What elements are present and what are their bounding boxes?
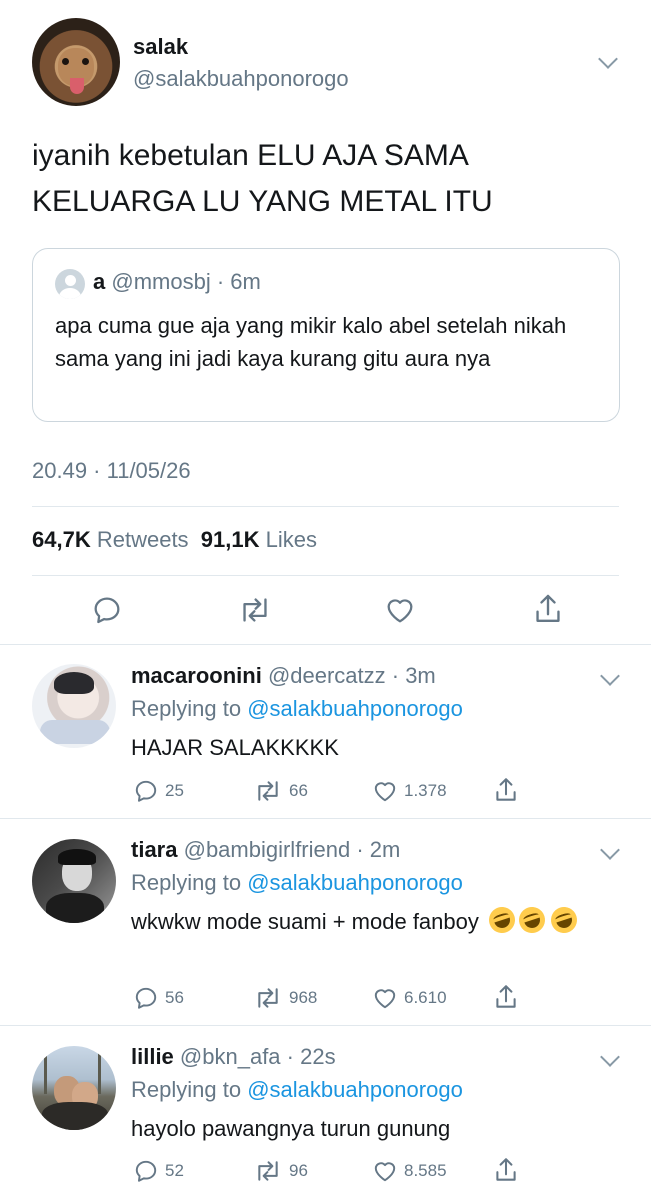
rofl-emoji-icon	[485, 903, 519, 937]
chevron-down-icon[interactable]	[600, 1047, 620, 1067]
quoted-tweet-text: apa cuma gue aja yang mikir kalo abel se…	[55, 313, 567, 371]
tweet-text: iyanih kebetulan ELU AJA SAMA KELUARGA L…	[32, 139, 493, 218]
reply-action[interactable]: 25	[133, 778, 184, 804]
default-avatar-icon	[55, 269, 85, 299]
reply-icon	[135, 780, 157, 802]
likes-count[interactable]: 91,1K	[201, 527, 260, 552]
heart-icon[interactable]	[384, 594, 416, 626]
avatar-eye	[82, 58, 89, 65]
divider	[32, 506, 619, 507]
reply-handle-time[interactable]: @deercatzz · 3m	[268, 663, 436, 688]
retweet-action[interactable]: 96	[253, 1158, 308, 1184]
retweet-icon	[258, 988, 278, 1008]
likes-label[interactable]: Likes	[266, 527, 317, 552]
reply-tweet[interactable]: macaroonini @deercatzz · 3m Replying to …	[0, 645, 651, 817]
reply-text: hayolo pawangnya turun gunung	[131, 1116, 451, 1141]
avatar-tongue	[70, 78, 84, 94]
retweet-count: 968	[289, 988, 318, 1007]
retweet-action[interactable]: 66	[253, 778, 308, 804]
retweets-count[interactable]: 64,7K	[32, 527, 91, 552]
replying-to: Replying to @salakbuahponorogo	[131, 1077, 463, 1103]
rofl-emoji-icon	[547, 903, 581, 937]
share-icon[interactable]	[493, 776, 519, 804]
reply-icon	[135, 987, 157, 1009]
retweet-icon[interactable]	[238, 594, 272, 626]
replying-to-link[interactable]: @salakbuahponorogo	[247, 1077, 463, 1102]
reply-count: 56	[165, 988, 184, 1007]
reply-count: 25	[165, 781, 184, 800]
replying-to-link[interactable]: @salakbuahponorogo	[247, 870, 463, 895]
heart-icon	[374, 1162, 396, 1182]
reply-tweet[interactable]: lillie @bkn_afa · 22s Replying to @salak…	[0, 1026, 651, 1200]
like-action[interactable]: 6.610	[372, 985, 447, 1011]
reply-header: tiara @bambigirlfriend · 2m	[131, 837, 400, 863]
quoted-tweet-header: a @mmosbj · 6m	[93, 269, 261, 295]
reply-action[interactable]: 56	[133, 985, 184, 1011]
chevron-down-icon[interactable]	[600, 840, 620, 860]
reply-header: lillie @bkn_afa · 22s	[131, 1044, 336, 1070]
reply-handle-time[interactable]: @bambigirlfriend · 2m	[184, 837, 401, 862]
reply-text-block: wkwkw mode suami + mode fanboy	[131, 903, 621, 940]
reply-author-name[interactable]: macaroonini	[131, 663, 262, 688]
reply-icon[interactable]	[91, 594, 123, 626]
retweet-action[interactable]: 968	[253, 985, 317, 1011]
retweets-label[interactable]: Retweets	[97, 527, 189, 552]
retweet-count: 66	[289, 781, 308, 800]
avatar-eye	[62, 58, 69, 65]
avatar[interactable]	[32, 839, 116, 923]
share-icon[interactable]	[493, 1156, 519, 1184]
retweet-icon	[258, 1161, 278, 1181]
reply-header: macaroonini @deercatzz · 3m	[131, 663, 436, 689]
like-count: 8.585	[404, 1161, 447, 1180]
replying-label: Replying to	[131, 1077, 242, 1102]
reply-tweet[interactable]: tiara @bambigirlfriend · 2m Replying to …	[0, 819, 651, 1024]
retweet-count: 96	[289, 1161, 308, 1180]
reply-text: wkwkw mode suami + mode fanboy	[131, 909, 479, 934]
reply-text: HAJAR SALAKKKKK	[131, 735, 339, 760]
tweet-timestamp: 20.49 · 11/05/26	[32, 458, 191, 483]
like-count: 6.610	[404, 988, 447, 1007]
reply-author-name[interactable]: lillie	[131, 1044, 174, 1069]
author-name[interactable]: salak	[133, 34, 188, 60]
share-icon[interactable]	[493, 983, 519, 1011]
like-action[interactable]: 1.378	[372, 778, 447, 804]
reply-action[interactable]: 52	[133, 1158, 184, 1184]
like-count: 1.378	[404, 781, 447, 800]
quoted-author-name: a	[93, 269, 106, 294]
like-action[interactable]: 8.585	[372, 1158, 447, 1184]
avatar[interactable]	[32, 664, 116, 748]
chevron-down-icon[interactable]	[600, 666, 620, 686]
share-icon[interactable]	[532, 592, 564, 626]
heart-icon	[374, 782, 396, 802]
replying-label: Replying to	[131, 870, 242, 895]
avatar[interactable]	[32, 1046, 116, 1130]
reply-count: 52	[165, 1161, 184, 1180]
avatar[interactable]	[32, 18, 120, 106]
reply-icon	[135, 1160, 157, 1182]
rofl-emoji-icon	[515, 903, 549, 937]
tweet-stats: 64,7K Retweets 91,1K Likes	[32, 527, 317, 553]
retweet-icon	[258, 781, 278, 801]
chevron-down-icon[interactable]	[598, 49, 618, 69]
quoted-tweet[interactable]: a @mmosbj · 6m apa cuma gue aja yang mik…	[32, 248, 620, 422]
replying-to: Replying to @salakbuahponorogo	[131, 870, 463, 896]
heart-icon	[374, 989, 396, 1009]
quoted-handle-time: @mmosbj · 6m	[111, 269, 261, 294]
replying-to: Replying to @salakbuahponorogo	[131, 696, 463, 722]
author-handle[interactable]: @salakbuahponorogo	[133, 66, 349, 92]
reply-handle-time[interactable]: @bkn_afa · 22s	[180, 1044, 336, 1069]
replying-label: Replying to	[131, 696, 242, 721]
replying-to-link[interactable]: @salakbuahponorogo	[247, 696, 463, 721]
reply-author-name[interactable]: tiara	[131, 837, 177, 862]
divider	[32, 575, 619, 576]
